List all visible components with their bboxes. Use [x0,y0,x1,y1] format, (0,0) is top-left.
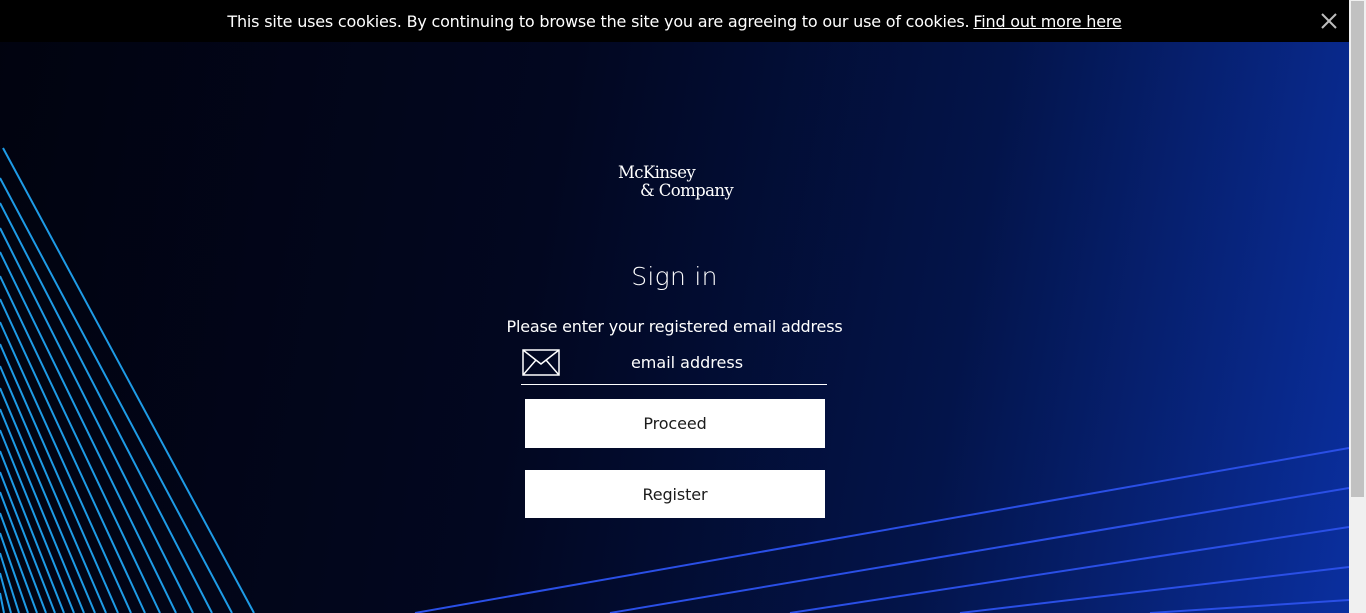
vertical-scrollbar[interactable] [1349,0,1366,613]
cookie-more-info-link[interactable]: Find out more here [973,12,1121,31]
logo-line-1: McKinsey [618,163,696,182]
company-logo: McKinsey & Company [617,163,737,203]
cookie-banner: This site uses cookies. By continuing to… [0,0,1349,42]
envelope-icon [522,349,560,376]
register-button[interactable]: Register [525,470,825,518]
left-line-fan [0,147,255,613]
proceed-button[interactable]: Proceed [525,399,825,448]
logo-line-2: & Company [640,181,734,200]
cookie-message: This site uses cookies. By continuing to… [227,11,970,31]
signin-instruction: Please enter your registered email addre… [506,317,843,336]
email-field[interactable] [567,348,807,376]
close-icon[interactable] [1319,11,1339,31]
page-title: Sign in [631,262,718,291]
scrollbar-thumb[interactable] [1351,1,1364,497]
page: This site uses cookies. By continuing to… [0,0,1366,613]
decorative-lines [0,147,1349,613]
email-field-container [521,344,827,385]
